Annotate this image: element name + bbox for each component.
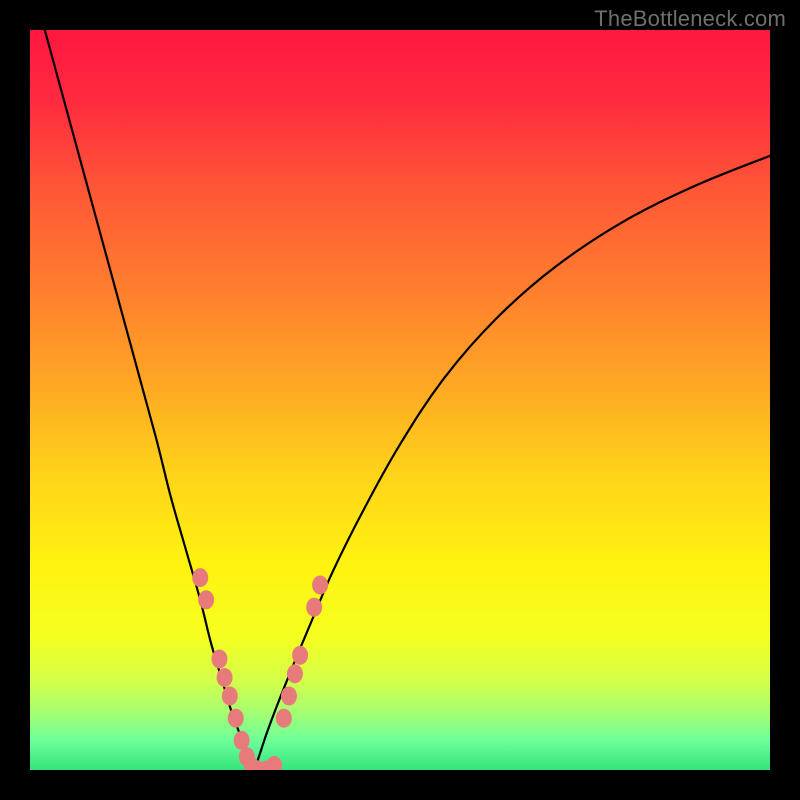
curves-layer	[30, 30, 770, 770]
data-markers	[192, 568, 328, 770]
data-marker	[228, 709, 244, 728]
data-marker	[234, 731, 250, 750]
watermark-text: TheBottleneck.com	[594, 6, 786, 32]
data-marker	[306, 598, 322, 617]
data-marker	[287, 664, 303, 683]
data-marker	[217, 668, 233, 687]
data-marker	[292, 646, 308, 665]
data-marker	[192, 568, 208, 587]
right-curve	[254, 156, 770, 770]
data-marker	[281, 687, 297, 706]
data-marker	[198, 590, 214, 609]
data-marker	[312, 576, 328, 595]
chart-stage: TheBottleneck.com	[0, 0, 800, 800]
plot-area	[30, 30, 770, 770]
data-marker	[276, 709, 292, 728]
data-marker	[266, 756, 282, 770]
data-marker	[222, 687, 238, 706]
data-marker	[211, 650, 227, 669]
